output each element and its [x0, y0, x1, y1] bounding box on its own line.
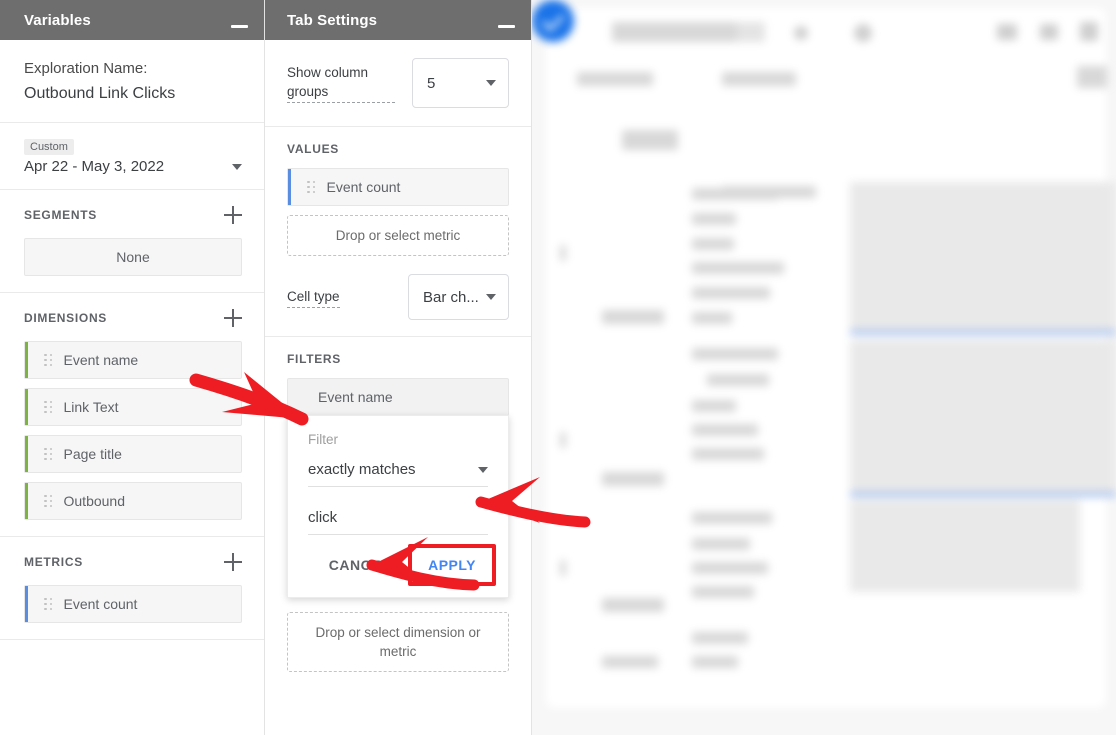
dimension-chip-page-title[interactable]: Page title: [24, 435, 242, 473]
drag-handle-icon[interactable]: [44, 598, 53, 611]
filters-event-name-chip[interactable]: Event name: [287, 378, 509, 416]
chip-accent: [25, 586, 28, 622]
cancel-button[interactable]: CANCEL: [317, 549, 402, 581]
cell-type-select[interactable]: Bar ch...: [408, 274, 509, 320]
blurred-report: [532, 0, 1116, 735]
filter-editor-popup: Filter exactly matches click CANCEL APPL…: [287, 415, 509, 598]
date-range-selector[interactable]: Custom Apr 22 - May 3, 2022: [0, 123, 264, 190]
add-dimension-plus-icon[interactable]: [224, 309, 242, 327]
segment-none-item[interactable]: None: [24, 238, 242, 276]
filters-title: FILTERS: [287, 352, 509, 366]
tab-settings-panel-header: Tab Settings: [265, 0, 531, 40]
metrics-title: METRICS: [24, 555, 83, 569]
tab-settings-panel: Tab Settings Show column groups 5 VALUES…: [265, 0, 532, 735]
variables-panel: Variables Exploration Name: Outbound Lin…: [0, 0, 265, 735]
drag-handle-icon[interactable]: [44, 448, 53, 461]
show-column-groups-select[interactable]: 5: [412, 58, 509, 108]
dimension-label: Link Text: [64, 400, 119, 414]
cell-type-row: Cell type Bar ch...: [287, 274, 509, 320]
chip-accent: [25, 483, 28, 519]
date-range-badge: Custom: [24, 139, 74, 155]
exploration-name-section: Exploration Name: Outbound Link Clicks: [0, 40, 264, 123]
dimensions-section: DIMENSIONS Event name Link Text Page tit…: [0, 293, 264, 537]
metric-chip-event-count[interactable]: Event count: [24, 585, 242, 623]
checkmark-circle-icon: [532, 0, 574, 42]
drag-handle-icon[interactable]: [44, 401, 53, 414]
filter-match-type-value: exactly matches: [308, 461, 416, 478]
segments-title: SEGMENTS: [24, 208, 97, 222]
drag-handle-icon[interactable]: [44, 354, 53, 367]
cell-type-label: Cell type: [287, 287, 340, 308]
segments-section: SEGMENTS None: [0, 190, 264, 293]
chip-accent: [25, 389, 28, 425]
value-chip-event-count[interactable]: Event count: [287, 168, 509, 206]
select-value: Bar ch...: [423, 289, 479, 306]
report-content-area[interactable]: [532, 0, 1116, 735]
minimize-icon[interactable]: [498, 25, 515, 28]
chevron-down-icon: [478, 467, 488, 473]
show-column-groups-label: Show column groups: [287, 63, 395, 103]
filter-popup-label: Filter: [308, 432, 488, 447]
minimize-icon[interactable]: [231, 25, 248, 28]
metric-dropzone[interactable]: Drop or select metric: [287, 215, 509, 256]
add-metric-plus-icon[interactable]: [224, 553, 242, 571]
drag-handle-icon[interactable]: [44, 495, 53, 508]
dimension-chip-link-text[interactable]: Link Text: [24, 388, 242, 426]
value-label: Event count: [327, 180, 401, 194]
drag-handle-icon[interactable]: [307, 181, 316, 194]
chevron-down-icon: [232, 164, 242, 170]
chip-accent: [25, 436, 28, 472]
add-segment-plus-icon[interactable]: [224, 206, 242, 224]
filter-dropzone[interactable]: Drop or select dimension or metric: [287, 612, 509, 672]
select-value: 5: [427, 75, 435, 92]
dimension-label: Event name: [64, 353, 139, 367]
dimensions-title: DIMENSIONS: [24, 311, 107, 325]
variables-panel-header: Variables: [0, 0, 264, 40]
metrics-section: METRICS Event count: [0, 537, 264, 640]
values-section: VALUES Event count Drop or select metric…: [265, 127, 531, 337]
exploration-name-label: Exploration Name:: [24, 56, 242, 81]
filters-section: FILTERS Event name Filter exactly matche…: [265, 337, 531, 598]
filter-value-input[interactable]: click: [308, 487, 488, 535]
chevron-down-icon: [486, 294, 496, 300]
dimension-label: Page title: [64, 447, 122, 461]
chip-accent: [25, 342, 28, 378]
panel-title: Tab Settings: [287, 12, 377, 29]
exploration-name-value[interactable]: Outbound Link Clicks: [24, 81, 242, 106]
panel-title: Variables: [24, 12, 91, 29]
show-column-groups-row: Show column groups 5: [265, 40, 531, 127]
dimension-label: Outbound: [64, 494, 126, 508]
metric-label: Event count: [64, 597, 138, 611]
chip-accent: [288, 169, 291, 205]
filter-match-type-select[interactable]: exactly matches: [308, 461, 488, 487]
date-range-value: Apr 22 - May 3, 2022: [24, 158, 164, 175]
values-title: VALUES: [287, 142, 509, 156]
apply-button[interactable]: APPLY: [416, 549, 488, 581]
dimension-chip-outbound[interactable]: Outbound: [24, 482, 242, 520]
dimension-chip-event-name[interactable]: Event name: [24, 341, 242, 379]
chevron-down-icon: [486, 80, 496, 86]
